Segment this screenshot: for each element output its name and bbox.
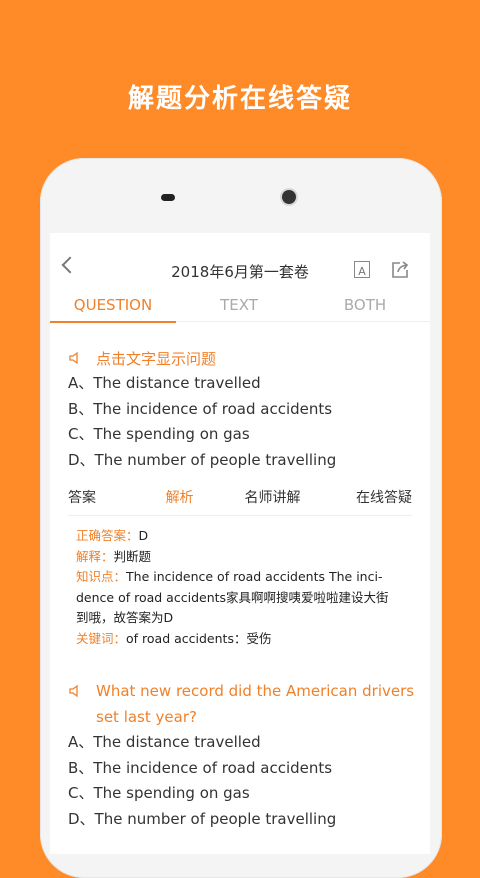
speaker-icon[interactable] [68, 351, 82, 365]
tab-question[interactable]: QUESTION [50, 295, 176, 323]
option-d[interactable]: D、The number of people travelling [50, 807, 430, 833]
knowledge-point-line3: 到哦，故答案为D [76, 610, 174, 625]
option-b[interactable]: B、The incidence of road accidents [50, 397, 430, 423]
font-size-icon[interactable]: A [354, 261, 370, 278]
share-icon[interactable] [390, 260, 410, 280]
keyword-label: 关键词： [76, 630, 127, 646]
explain-label: 解释： [76, 548, 114, 564]
option-a[interactable]: A、The distance travelled [50, 730, 430, 756]
answer-label: 正确答案： [76, 528, 139, 543]
knowledge-point-label: 知识点： [76, 569, 127, 584]
explain-value: 判断题 [113, 548, 152, 564]
subtab-online-qa[interactable]: 在线答疑 [319, 487, 412, 507]
question-2-prompt[interactable]: What new record did the American drivers… [50, 678, 430, 730]
tab-both[interactable]: BOTH [302, 295, 428, 321]
answer-subtabs: 答案 解析 名师讲解 在线答疑 [50, 479, 430, 516]
subtab-answer[interactable]: 答案 [68, 487, 133, 507]
app-screen: 2018年6月第一套卷 A QUESTION TEXT BOTH 点击文字显示问… [50, 233, 430, 854]
question-2-prompt-line1: What new record did the American drivers [96, 682, 415, 700]
answer-value: D [138, 528, 149, 543]
tab-bar: QUESTION TEXT BOTH [50, 291, 430, 323]
knowledge-point-line2: dence of road accidents家具啊啊搜咦爱啦啦建设大街 [76, 589, 389, 605]
promo-banner-title: 解题分析在线答疑 [127, 84, 352, 114]
knowledge-point-line1: The incidence of road accidents The inci… [126, 569, 383, 584]
question-1-prompt: 点击文字显示问题 [96, 349, 217, 368]
option-c[interactable]: C、The spending on gas [50, 422, 430, 448]
question-1: 点击文字显示问题 A、The distance travelled B、The … [50, 345, 430, 473]
page-title: 2018年6月第一套卷 [171, 263, 309, 281]
subtab-teacher-explain[interactable]: 名师讲解 [226, 487, 319, 507]
phone-camera [282, 190, 296, 204]
option-d[interactable]: D、The number of people travelling [50, 448, 430, 474]
subtab-analysis[interactable]: 解析 [133, 487, 226, 507]
top-bar: 2018年6月第一套卷 A [50, 233, 430, 291]
speaker-icon[interactable] [68, 684, 82, 698]
analysis-panel: 正确答案：D 解释：判断题 知识点：The incidence of road … [50, 526, 430, 649]
tab-text[interactable]: TEXT [176, 295, 302, 321]
option-a[interactable]: A、The distance travelled [50, 371, 430, 397]
question-2: What new record did the American drivers… [50, 678, 430, 832]
keyword-value: of road accidents：受伤 [126, 630, 272, 646]
option-b[interactable]: B、The incidence of road accidents [50, 756, 430, 782]
question-2-prompt-line2: set last year? [96, 708, 197, 726]
question-1-prompt-row[interactable]: 点击文字显示问题 [50, 345, 430, 371]
phone-speaker [161, 194, 175, 201]
option-c[interactable]: C、The spending on gas [50, 781, 430, 807]
